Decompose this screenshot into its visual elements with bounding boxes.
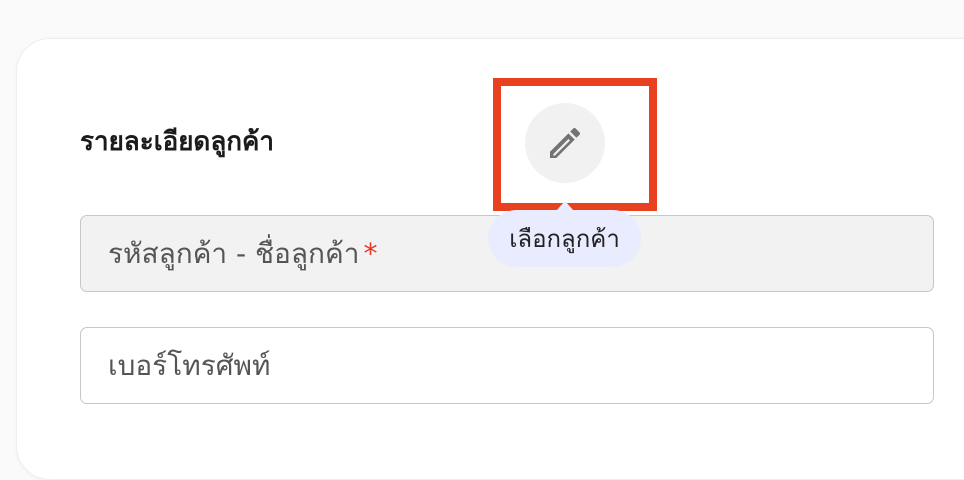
phone-number-field[interactable]: เบอร์โทรศัพท์ [80, 327, 934, 404]
select-customer-button[interactable] [525, 103, 605, 183]
section-title: รายละเอียดลูกค้า [80, 127, 274, 157]
phone-field-placeholder: เบอร์โทรศัพท์ [108, 348, 271, 382]
select-customer-tooltip: เลือกลูกค้า [488, 201, 641, 267]
pencil-icon [545, 123, 585, 163]
customer-field-placeholder: รหัสลูกค้า - ชื่อลูกค้า [108, 236, 360, 270]
next-section-label-clipped [82, 432, 104, 452]
required-asterisk: * [363, 237, 378, 270]
